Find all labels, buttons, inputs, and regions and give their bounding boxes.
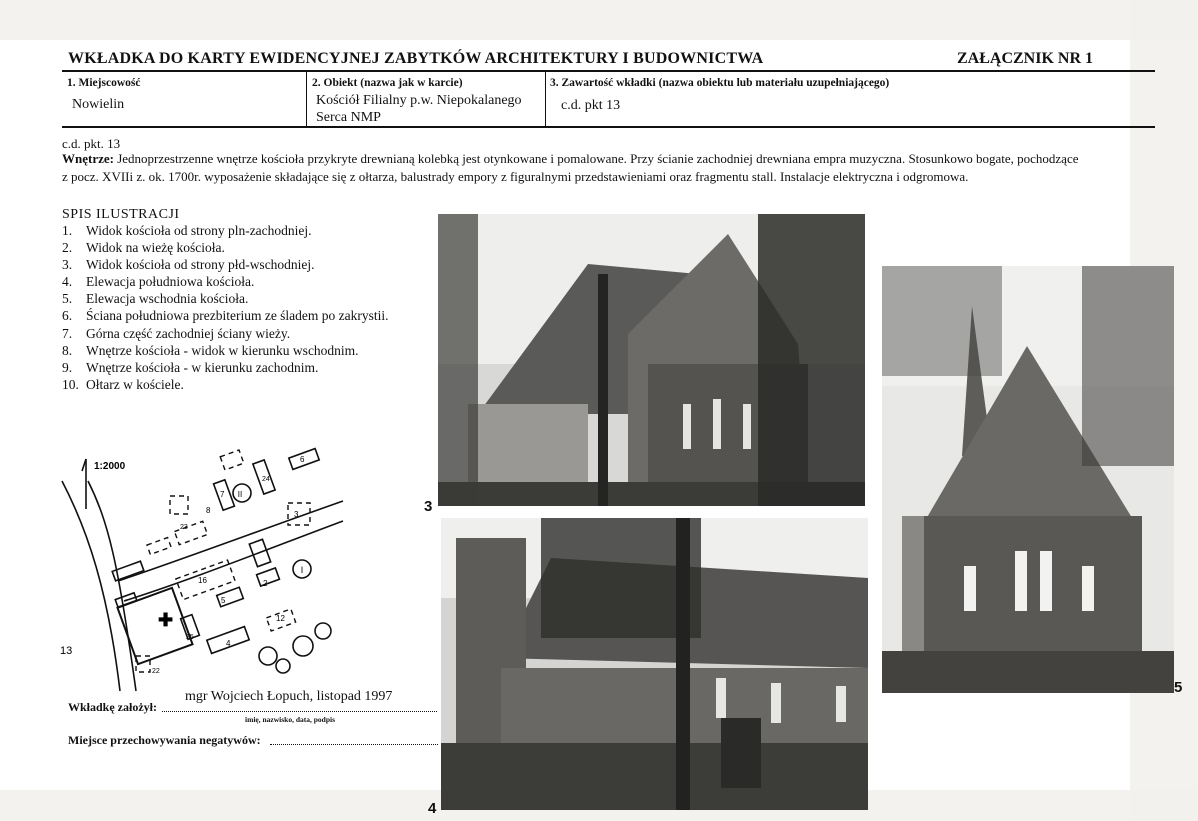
list-item: 4. Elewacja południowa kościoła. — [62, 274, 255, 290]
svg-text:6: 6 — [300, 455, 305, 464]
content-label: 3. Zawartość wkładki (nazwa obiektu lub … — [550, 77, 890, 89]
form-title: WKŁADKA DO KARTY EWIDENCYJNEJ ZABYTKÓW A… — [68, 50, 764, 67]
photo-number: 4 — [428, 800, 437, 817]
list-item: 3. Widok kościoła od strony płd-wschodnie… — [62, 257, 315, 273]
photo-number: 5 — [1174, 679, 1183, 696]
svg-text:13: 13 — [60, 645, 72, 657]
content-value: c.d. pkt 13 — [561, 98, 621, 113]
svg-text:5: 5 — [221, 596, 226, 605]
list-item: 7. Górna część zachodniej ściany wieży. — [62, 325, 291, 341]
fields-bottom-rule — [62, 126, 1155, 128]
list-item: 9. Wnętrze kościoła - w kierunku zachodni… — [62, 359, 319, 375]
locality-label: 1. Miejscowość — [67, 77, 141, 89]
site-map: 1:2000 ✚ II I 13 2 3 4 5 6 7 8 12 16 22 … — [58, 441, 348, 701]
svg-text:2: 2 — [263, 579, 268, 588]
svg-text:I: I — [301, 565, 304, 575]
interior-text-line1: Jednoprzestrzenne wnętrze kościoła przyk… — [113, 151, 1079, 166]
list-item: 1. Widok kościoła od strony pln-zachodnie… — [62, 223, 312, 238]
tape-strip — [0, 0, 1198, 40]
interior-heading: Wnętrze: — [62, 151, 114, 166]
map-scale: 1:2000 — [94, 461, 126, 472]
list-item: 10. Ołtarz w kościele. — [62, 376, 184, 392]
created-by-value: mgr Wojciech Łopuch, listopad 1997 — [185, 689, 393, 704]
object-value-line2: Serca NMP — [316, 110, 381, 125]
church-cross-icon: ✚ — [158, 610, 173, 630]
created-by-label: Wkładkę założył: — [68, 700, 157, 714]
photo-church-south-elevation — [441, 518, 868, 810]
storage-line — [270, 744, 438, 745]
created-by-hint: imię, nazwisko, data, podpis — [245, 715, 336, 724]
svg-text:16: 16 — [198, 576, 207, 585]
svg-text:24: 24 — [262, 476, 270, 483]
illustrations-list: 1. Widok kościoła od strony pln-zachodnie… — [62, 222, 389, 393]
svg-text:23: 23 — [180, 524, 188, 531]
photo-church-east-elevation — [882, 266, 1174, 693]
photo-church-southeast — [438, 214, 865, 506]
object-value-line1: Kościół Filialny p.w. Niepokalanego — [316, 93, 522, 108]
object-label: 2. Obiekt (nazwa jak w karcie) — [312, 77, 463, 89]
svg-text:25: 25 — [186, 634, 194, 641]
svg-text:3: 3 — [294, 510, 299, 519]
photo-number: 3 — [424, 498, 433, 515]
interior-description-line1: Wnętrze: Jednoprzestrzenne wnętrze kości… — [62, 150, 1142, 168]
header-rule — [62, 70, 1155, 72]
attachment-number: ZAŁĄCZNIK NR 1 — [957, 50, 1094, 67]
list-item: 6. Ściana południowa prezbiterium ze ślad… — [62, 308, 389, 324]
svg-text:22: 22 — [152, 668, 160, 675]
list-item: 2. Widok na wieżę kościoła. — [62, 240, 225, 256]
svg-text:II: II — [238, 490, 242, 499]
locality-value: Nowielin — [72, 97, 125, 112]
field-divider — [306, 72, 307, 126]
created-by-line — [162, 711, 437, 712]
list-item: 8. Wnętrze kościoła - widok w kierunku ws… — [62, 342, 359, 358]
svg-text:7: 7 — [220, 490, 225, 499]
list-item: 5. Elewacja wschodnia kościoła. — [62, 291, 249, 307]
svg-text:4: 4 — [226, 639, 231, 648]
illustrations-title: SPIS ILUSTRACJI — [62, 207, 180, 222]
field-divider — [545, 72, 546, 126]
svg-text:8: 8 — [206, 506, 211, 515]
storage-label: Miejsce przechowywania negatywów: — [68, 733, 261, 747]
interior-description-line2: z pocz. XVIIi z. ok. 1700r. wyposażenie … — [62, 169, 969, 184]
svg-text:12: 12 — [276, 614, 285, 623]
